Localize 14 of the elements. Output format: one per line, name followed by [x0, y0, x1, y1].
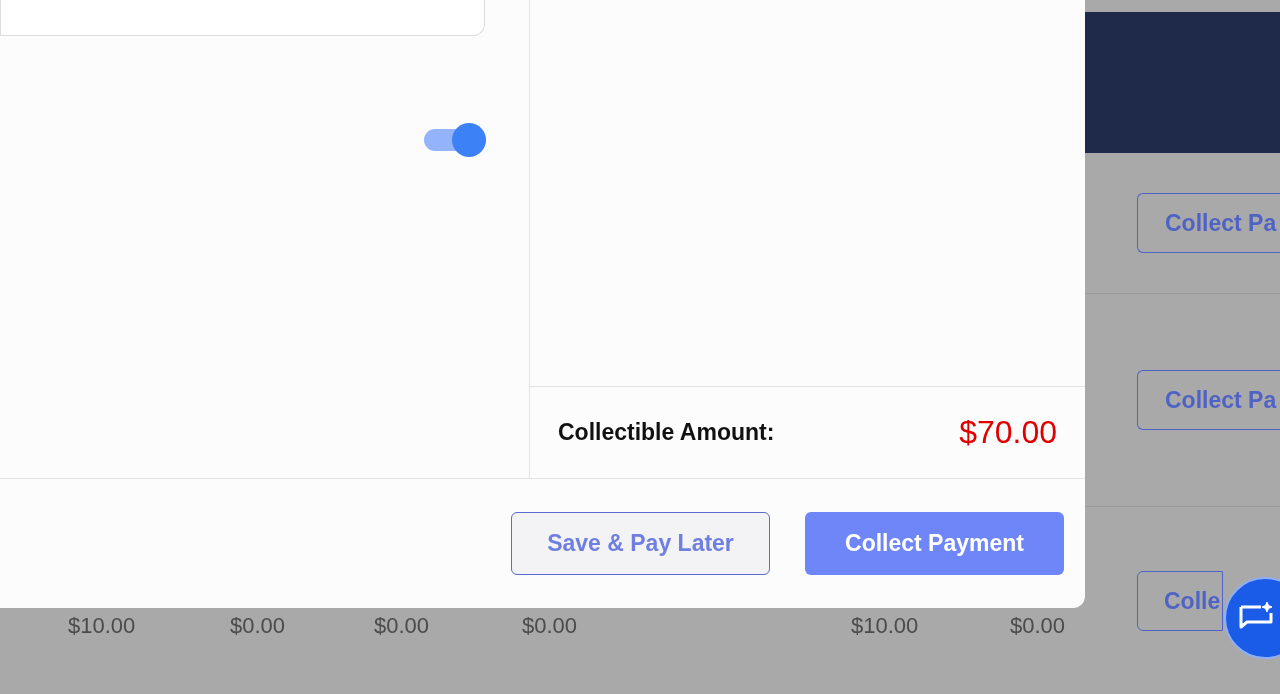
collect-payment-button[interactable]: Collect Pa	[1137, 370, 1280, 430]
collectible-amount-value: $70.00	[959, 414, 1057, 451]
amount-cell-text: $10.00	[68, 613, 137, 639]
amount-cell-text: $0.00	[1010, 613, 1067, 639]
save-pay-later-button[interactable]: Save & Pay Later	[511, 512, 770, 575]
collect-payment-button[interactable]: Colle	[1137, 571, 1223, 631]
collect-payment-button[interactable]: Collect Payment	[805, 512, 1064, 575]
amount-cell-text: $0.00	[374, 613, 431, 639]
toggle-switch[interactable]	[424, 123, 486, 157]
amount-cell-text: $0.00	[522, 613, 579, 639]
collectible-amount-label: Collectible Amount:	[558, 419, 775, 446]
amount-cell-text: $10.00	[851, 613, 920, 639]
collect-payment-button[interactable]: Collect Pa	[1137, 193, 1280, 253]
amount-cell-text: $0.00	[230, 613, 287, 639]
